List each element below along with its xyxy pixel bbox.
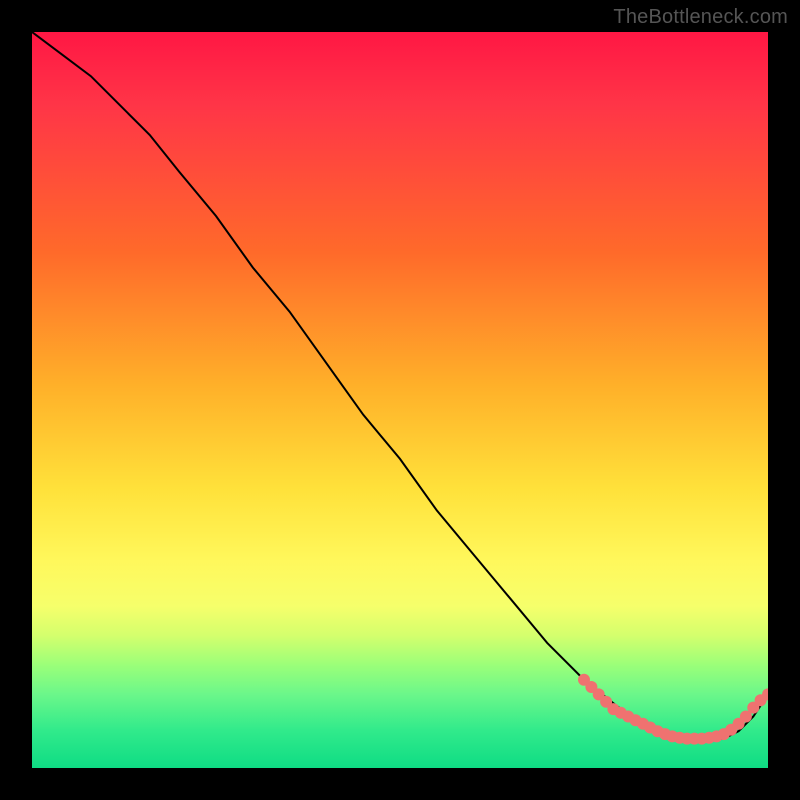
- chart-stage: TheBottleneck.com: [0, 0, 800, 800]
- data-point: [762, 688, 768, 700]
- data-point: [637, 718, 649, 730]
- data-point: [688, 733, 700, 745]
- watermark-text: TheBottleneck.com: [613, 6, 788, 29]
- data-point: [666, 730, 678, 742]
- curve-line: [32, 32, 768, 739]
- data-point: [600, 696, 612, 708]
- data-point: [740, 711, 752, 723]
- data-point: [585, 681, 597, 693]
- data-point: [652, 725, 664, 737]
- data-point: [733, 718, 745, 730]
- data-point: [659, 728, 671, 740]
- data-point: [755, 694, 767, 706]
- data-point: [718, 728, 730, 740]
- data-point: [711, 730, 723, 742]
- data-point: [674, 732, 686, 744]
- data-point: [630, 714, 642, 726]
- data-point: [747, 702, 759, 714]
- data-point: [578, 674, 590, 686]
- data-point: [622, 711, 634, 723]
- data-point: [593, 688, 605, 700]
- data-point: [615, 707, 627, 719]
- data-point: [681, 733, 693, 745]
- data-point: [696, 733, 708, 745]
- plot-overlay: [32, 32, 768, 768]
- data-point: [703, 732, 715, 744]
- data-point: [607, 703, 619, 715]
- data-points: [578, 674, 768, 745]
- plot-area: [32, 32, 768, 768]
- data-point: [725, 724, 737, 736]
- data-point: [644, 722, 656, 734]
